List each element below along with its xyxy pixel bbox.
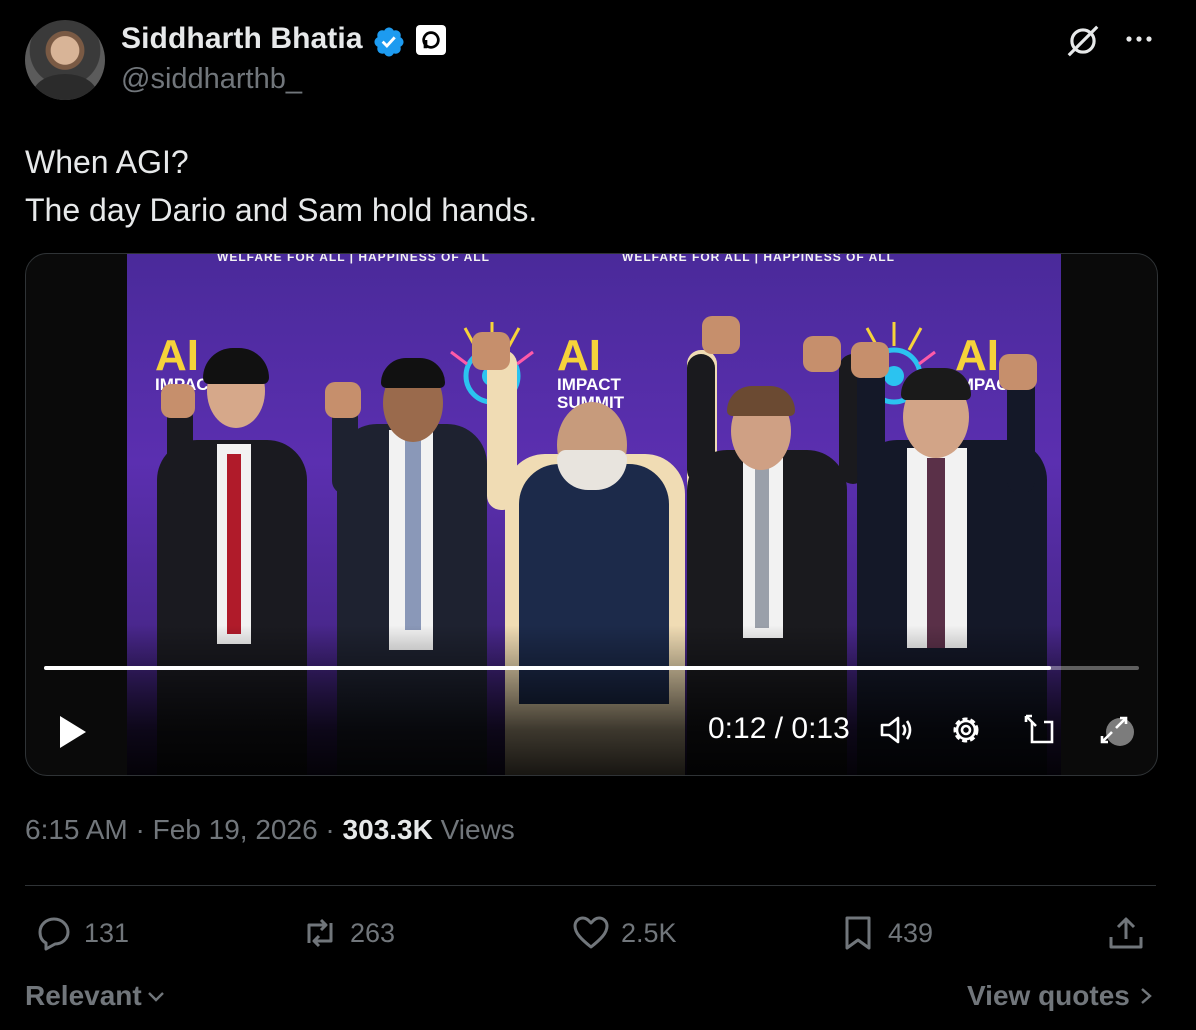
settings-icon[interactable] — [946, 710, 986, 750]
video-frame[interactable]: WELFARE FOR ALL | HAPPINESS OF ALL WELFA… — [127, 254, 1061, 775]
stage-banner-left: WELFARE FOR ALL | HAPPINESS OF ALL — [217, 254, 490, 264]
video-progress-fill — [44, 666, 1052, 670]
stage-logo-center-sub1: IMPACT — [557, 375, 621, 394]
bookmark-button[interactable]: 439 — [838, 913, 933, 953]
retweet-count: 263 — [350, 917, 396, 948]
affiliation-badge-icon — [416, 25, 446, 55]
sort-label: Relevant — [25, 980, 142, 1011]
stage-banner-right: WELFARE FOR ALL | HAPPINESS OF ALL — [622, 254, 895, 264]
bookmark-icon — [845, 916, 871, 950]
avatar[interactable] — [25, 20, 105, 100]
chevron-right-icon — [1141, 988, 1152, 1004]
play-icon[interactable] — [56, 712, 90, 752]
time-separator: / — [766, 712, 792, 745]
video-player[interactable]: WELFARE FOR ALL | HAPPINESS OF ALL WELFA… — [25, 253, 1158, 776]
reply-button[interactable]: 131 — [34, 913, 129, 953]
video-progress-bar[interactable] — [44, 666, 1139, 670]
reply-count: 131 — [84, 917, 130, 948]
author-name[interactable]: Siddharth Bhatia — [121, 22, 363, 56]
view-quotes-label: View quotes — [967, 980, 1130, 1011]
retweet-button[interactable]: 263 — [300, 913, 395, 953]
fullscreen-icon[interactable] — [1094, 710, 1134, 750]
tweet-text: When AGI? The day Dario and Sam hold han… — [25, 138, 537, 234]
sort-replies-dropdown[interactable]: Relevant — [25, 980, 166, 1012]
current-time: 0:12 — [708, 712, 767, 745]
stage-logo-right: AI — [955, 331, 999, 380]
like-button[interactable]: 2.5K — [571, 913, 677, 953]
views-count: 303.3K — [342, 814, 433, 845]
heart-icon — [573, 916, 609, 949]
meta-separator: · — [317, 814, 343, 845]
share-button[interactable] — [1106, 913, 1146, 953]
post-date[interactable]: Feb 19, 2026 — [153, 814, 318, 845]
chevron-down-icon — [147, 992, 164, 1002]
retweet-icon — [307, 918, 333, 948]
tweet-meta: 6:15 AM · Feb 19, 2026 · 303.3K Views — [25, 814, 515, 846]
duration: 0:13 — [791, 712, 850, 745]
reply-icon — [38, 917, 70, 951]
author-handle[interactable]: @siddharthb_ — [121, 63, 302, 96]
video-time: 0:12 / 0:13 — [708, 712, 850, 746]
grok-icon[interactable] — [1064, 22, 1102, 60]
stage-logo-center: AI — [557, 331, 601, 380]
stage-logo-left: AI — [155, 331, 199, 380]
verified-badge-icon — [374, 27, 404, 57]
volume-icon[interactable] — [876, 710, 916, 750]
meta-separator: · — [127, 814, 153, 845]
more-options-icon[interactable] — [1123, 28, 1155, 50]
view-quotes-link[interactable]: View quotes — [967, 980, 1154, 1012]
tweet-line-1: When AGI? — [25, 144, 189, 180]
like-count: 2.5K — [621, 917, 677, 948]
views-label: Views — [440, 814, 515, 845]
post-time[interactable]: 6:15 AM — [25, 814, 128, 845]
divider — [25, 885, 1156, 886]
tweet-line-2: The day Dario and Sam hold hands. — [25, 192, 538, 228]
share-icon — [1109, 917, 1143, 949]
pip-icon[interactable] — [1020, 710, 1060, 750]
bookmark-count: 439 — [888, 917, 934, 948]
